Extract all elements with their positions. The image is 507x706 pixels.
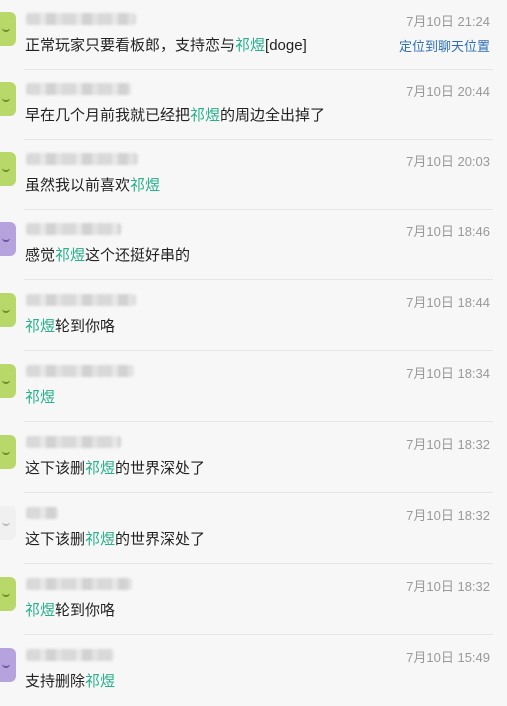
keyword-highlight: 祁煜 bbox=[235, 37, 266, 54]
result-item[interactable]: 7月10日 20:03 虽然我以前喜欢祁煜 bbox=[0, 140, 507, 210]
avatar[interactable] bbox=[0, 364, 16, 398]
result-item[interactable]: 7月10日 18:34 祁煜 bbox=[0, 352, 507, 422]
message-time: 7月10日 21:24 bbox=[406, 14, 490, 29]
message-text: 早在几个月前我就已经把祁煜的周边全出掉了 bbox=[25, 107, 326, 124]
keyword-highlight: 祁煜 bbox=[130, 177, 161, 194]
sender-name-blurred bbox=[26, 83, 131, 95]
message-text: 虽然我以前喜欢祁煜 bbox=[25, 177, 161, 194]
sender-name-blurred bbox=[26, 294, 136, 306]
avatar[interactable] bbox=[0, 222, 16, 256]
divider bbox=[24, 350, 493, 351]
sender-name-blurred bbox=[26, 223, 121, 235]
message-text: 这下该删祁煜的世界深处了 bbox=[25, 460, 206, 477]
divider bbox=[24, 492, 493, 493]
result-item[interactable]: 7月10日 18:44 祁煜轮到你咯 bbox=[0, 281, 507, 351]
message-time: 7月10日 18:46 bbox=[406, 224, 490, 239]
search-results-list: 7月10日 21:24 正常玩家只要看板郎，支持恋与祁煜[doge] 定位到聊天… bbox=[0, 0, 507, 701]
avatar[interactable] bbox=[0, 648, 16, 682]
sender-name-blurred bbox=[26, 153, 138, 165]
result-item[interactable]: 7月10日 18:32 这下该删祁煜的世界深处了 bbox=[0, 423, 507, 493]
avatar[interactable] bbox=[0, 293, 16, 327]
message-text: 祁煜轮到你咯 bbox=[25, 318, 116, 335]
message-text: 支持删除祁煜 bbox=[25, 673, 116, 690]
avatar[interactable] bbox=[0, 82, 16, 116]
keyword-highlight: 祁煜 bbox=[85, 673, 116, 690]
keyword-highlight: 祁煜 bbox=[25, 318, 56, 335]
sender-name-blurred bbox=[26, 578, 132, 590]
message-time: 7月10日 18:44 bbox=[406, 295, 490, 310]
sender-name-blurred bbox=[26, 436, 121, 448]
message-time: 7月10日 15:49 bbox=[406, 650, 490, 665]
avatar[interactable] bbox=[0, 152, 16, 186]
divider bbox=[24, 634, 493, 635]
sender-name-blurred bbox=[26, 365, 134, 377]
avatar[interactable] bbox=[0, 435, 16, 469]
sender-name-blurred bbox=[26, 507, 58, 519]
result-item[interactable]: 7月10日 18:32 这下该删祁煜的世界深处了 bbox=[0, 494, 507, 564]
keyword-highlight: 祁煜 bbox=[85, 531, 116, 548]
keyword-highlight: 祁煜 bbox=[25, 602, 56, 619]
message-time: 7月10日 20:44 bbox=[406, 84, 490, 99]
avatar[interactable] bbox=[0, 506, 16, 540]
message-time: 7月10日 18:32 bbox=[406, 508, 490, 523]
sender-name-blurred bbox=[26, 13, 136, 25]
message-time: 7月10日 18:32 bbox=[406, 579, 490, 594]
result-item[interactable]: 7月10日 15:49 支持删除祁煜 bbox=[0, 636, 507, 706]
result-item[interactable]: 7月10日 21:24 正常玩家只要看板郎，支持恋与祁煜[doge] 定位到聊天… bbox=[0, 0, 507, 70]
keyword-highlight: 祁煜 bbox=[25, 389, 56, 406]
divider bbox=[24, 563, 493, 564]
message-text: 祁煜 bbox=[25, 386, 55, 407]
keyword-highlight: 祁煜 bbox=[85, 460, 116, 477]
message-time: 7月10日 18:32 bbox=[406, 437, 490, 452]
sender-name-blurred bbox=[26, 649, 114, 661]
divider bbox=[24, 421, 493, 422]
message-time: 7月10日 18:34 bbox=[406, 366, 490, 381]
locate-in-chat-link[interactable]: 定位到聊天位置 bbox=[399, 36, 490, 55]
message-text: 祁煜轮到你咯 bbox=[25, 602, 116, 619]
result-item[interactable]: 7月10日 18:32 祁煜轮到你咯 bbox=[0, 565, 507, 635]
keyword-highlight: 祁煜 bbox=[55, 247, 86, 264]
divider bbox=[24, 279, 493, 280]
result-item[interactable]: 7月10日 18:46 感觉祁煜这个还挺好串的 bbox=[0, 210, 507, 280]
avatar[interactable] bbox=[0, 12, 16, 46]
message-text: 正常玩家只要看板郎，支持恋与祁煜[doge] bbox=[25, 37, 307, 54]
result-item[interactable]: 7月10日 20:44 早在几个月前我就已经把祁煜的周边全出掉了 bbox=[0, 70, 507, 140]
avatar[interactable] bbox=[0, 577, 16, 611]
message-text: 这下该删祁煜的世界深处了 bbox=[25, 531, 206, 548]
message-text: 感觉祁煜这个还挺好串的 bbox=[25, 247, 191, 264]
keyword-highlight: 祁煜 bbox=[190, 107, 221, 124]
message-time: 7月10日 20:03 bbox=[406, 154, 490, 169]
